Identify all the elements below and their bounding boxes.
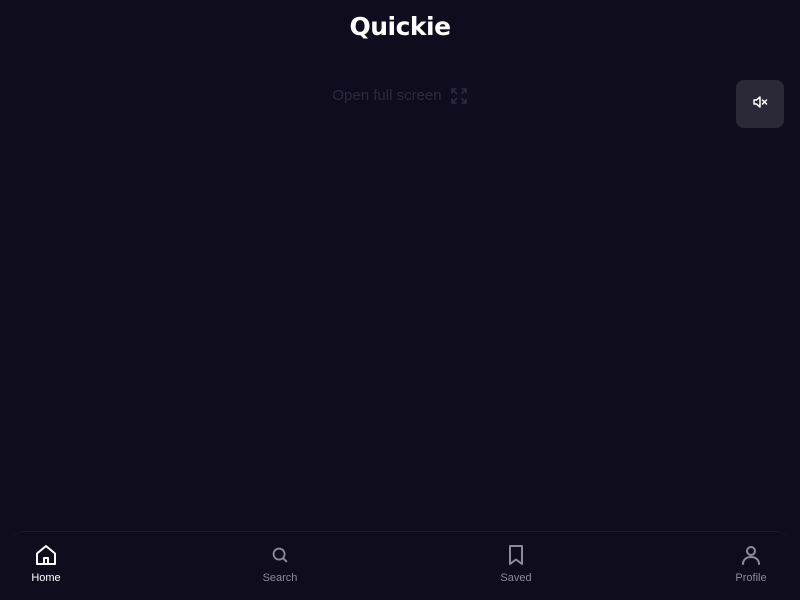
- nav-label-profile: Profile: [735, 572, 767, 584]
- bookmark-icon: [503, 542, 529, 568]
- user-icon: [738, 542, 764, 568]
- app-screen: Quickie Open full screen Home Search Sav…: [0, 0, 800, 600]
- search-icon: [267, 542, 293, 568]
- nav-label-saved: Saved: [500, 572, 532, 584]
- open-full-screen-link[interactable]: Open full screen: [0, 84, 800, 108]
- nav-label-home: Home: [31, 572, 61, 584]
- nav-item-home[interactable]: Home: [6, 542, 86, 585]
- nav-item-profile[interactable]: Profile: [711, 542, 791, 585]
- bottom-nav: Home Search Saved Profile: [10, 531, 790, 600]
- nav-item-search[interactable]: Search: [240, 542, 320, 585]
- mute-button[interactable]: [736, 80, 784, 128]
- home-icon: [33, 542, 59, 568]
- expand-icon: [450, 87, 468, 105]
- open-full-screen-label: Open full screen: [332, 87, 442, 104]
- nav-label-search: Search: [262, 572, 298, 584]
- volume-mute-icon: [752, 94, 768, 115]
- nav-item-saved[interactable]: Saved: [476, 542, 556, 585]
- app-title: Quickie: [349, 12, 451, 41]
